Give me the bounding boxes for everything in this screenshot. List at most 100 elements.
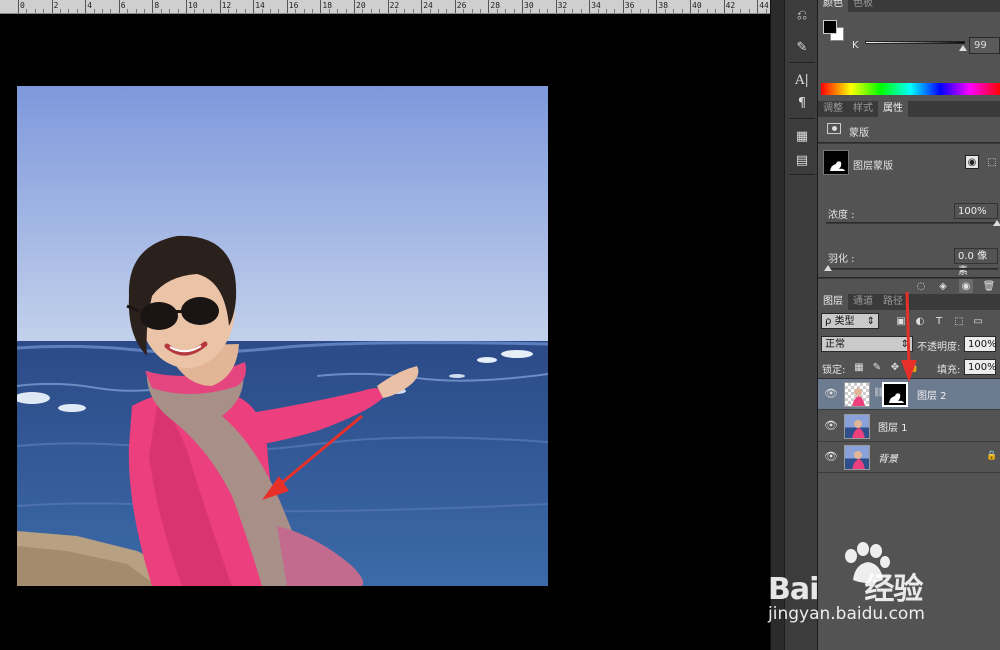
ruler-label: 22 — [389, 1, 400, 10]
density-slider-knob[interactable] — [993, 220, 1000, 226]
ruler-major-tick — [421, 0, 423, 13]
visibility-eye-icon[interactable]: 👁 — [824, 388, 838, 400]
ruler-minor-tick — [681, 9, 683, 13]
layer-row-background[interactable]: 👁 背景 🔒 — [818, 442, 1000, 473]
brush-preset-icon[interactable]: ✎ — [791, 37, 813, 57]
k-slider-knob[interactable] — [959, 45, 967, 51]
fill-field[interactable]: 100% — [964, 359, 997, 375]
visibility-eye-icon[interactable]: 👁 — [824, 451, 838, 463]
ruler-label: 24 — [423, 1, 433, 10]
tab-properties[interactable]: 属性 — [878, 101, 908, 117]
ruler-minor-tick — [446, 9, 448, 13]
ruler-label: 20 — [356, 1, 366, 10]
photo-woman-at-sea — [17, 86, 548, 586]
ruler-minor-tick — [765, 9, 767, 13]
ruler-major-tick — [690, 0, 691, 13]
delete-mask-icon[interactable]: 🗑 — [982, 279, 996, 293]
density-field[interactable]: 100% — [954, 203, 998, 219]
ruler-minor-tick — [202, 9, 204, 13]
pixel-mask-icon[interactable]: ◉ — [965, 155, 979, 169]
layer-filter-select[interactable]: ρ 类型 ⇕ — [821, 313, 879, 329]
ruler-major-tick — [18, 0, 19, 13]
mask-title: 蒙版 — [849, 128, 869, 139]
layer-row-layer-1[interactable]: 👁 图层 1 — [818, 411, 1000, 442]
ruler-minor-tick — [614, 9, 616, 13]
ruler-minor-tick — [312, 9, 313, 13]
ruler-label: 42 — [725, 1, 736, 10]
ruler-minor-tick — [110, 9, 112, 13]
paragraph-icon[interactable]: ¶ — [791, 93, 813, 113]
disable-mask-icon[interactable]: ◉ — [959, 279, 973, 293]
color-panel-tabs: 颜色 色板 — [818, 0, 1000, 12]
k-channel-slider[interactable] — [865, 41, 965, 44]
ruler-major-tick — [118, 0, 120, 13]
notes-icon[interactable]: ▤ — [791, 150, 813, 170]
ruler-label: 38 — [658, 1, 669, 10]
ruler-major-tick — [253, 0, 255, 13]
filter-shape-icon[interactable]: ⬚ — [952, 314, 966, 328]
ruler-major-tick — [757, 0, 759, 13]
ruler-major-tick — [85, 0, 87, 13]
ruler-minor-tick — [328, 9, 330, 13]
ruler-minor-tick — [370, 9, 372, 13]
tab-swatches[interactable]: 色板 — [848, 0, 878, 12]
ruler-minor-tick — [144, 9, 145, 13]
history-icon[interactable]: ⎌ — [791, 5, 813, 25]
tab-styles[interactable]: 样式 — [848, 101, 878, 117]
document-canvas[interactable] — [0, 15, 770, 650]
feather-field[interactable]: 0.0 像素 — [954, 248, 998, 277]
visibility-eye-icon[interactable]: 👁 — [824, 420, 838, 432]
vertical-scrollbar[interactable] — [770, 0, 784, 650]
ruler-label: 6 — [120, 1, 126, 10]
filter-smart-object-icon[interactable]: ▭ — [971, 314, 985, 328]
ruler-minor-tick — [639, 9, 641, 13]
ruler-minor-tick — [177, 9, 179, 13]
ruler-label: 34 — [591, 1, 601, 10]
ruler-minor-tick — [698, 9, 700, 13]
vector-mask-icon[interactable]: ⬚ — [985, 155, 999, 169]
ruler-minor-tick — [345, 9, 347, 13]
ruler-label: 26 — [456, 1, 467, 10]
k-value-field[interactable]: 99 — [969, 37, 1000, 54]
ruler-minor-tick — [480, 9, 481, 13]
ruler-major-tick — [555, 0, 557, 13]
ruler-minor-tick — [102, 9, 103, 13]
tab-channels[interactable]: 通道 — [848, 294, 878, 310]
lock-icon: 🔒 — [986, 451, 998, 461]
tab-color[interactable]: 颜色 — [818, 0, 848, 12]
color-spectrum-bar[interactable] — [821, 83, 1000, 95]
layer-comps-icon[interactable]: ▦ — [791, 126, 813, 146]
layer-name: 图层 1 — [878, 423, 908, 434]
lock-transparency-icon[interactable]: ▦ — [852, 360, 866, 374]
layer-2-thumbnail — [844, 382, 870, 407]
ruler-minor-tick — [278, 9, 280, 13]
ruler-minor-tick — [169, 9, 171, 13]
ruler-minor-tick — [463, 9, 465, 13]
filter-type-icon[interactable]: T — [932, 314, 946, 328]
ruler-minor-tick — [438, 9, 439, 13]
ruler-minor-tick — [244, 9, 246, 13]
ruler-minor-tick — [236, 9, 238, 13]
ruler-label: 36 — [624, 1, 635, 10]
ruler-minor-tick — [706, 9, 708, 13]
layer-mask-thumbnail[interactable] — [823, 150, 849, 175]
feather-slider-knob[interactable] — [824, 265, 832, 271]
layer-filter-label: ρ 类型 — [825, 316, 855, 327]
ruler-minor-tick — [606, 9, 607, 13]
ruler-minor-tick — [547, 9, 549, 13]
opacity-field[interactable]: 100% — [964, 336, 997, 352]
ruler-minor-tick — [505, 9, 507, 13]
tab-adjustments[interactable]: 调整 — [818, 101, 848, 117]
ruler-minor-tick — [68, 9, 70, 13]
ruler-label: 32 — [557, 1, 568, 10]
ruler-label: 10 — [188, 1, 198, 10]
foreground-color-swatch[interactable] — [823, 20, 837, 34]
apply-mask-icon[interactable]: ◈ — [936, 279, 950, 293]
character-icon[interactable]: A| — [791, 70, 813, 90]
tab-layers[interactable]: 图层 — [818, 294, 848, 310]
ruler-minor-tick — [673, 9, 675, 13]
ruler-minor-tick — [26, 9, 28, 13]
density-label: 浓度 : — [828, 210, 855, 221]
lock-label: 锁定: — [822, 365, 846, 376]
lock-pixels-icon[interactable]: ✎ — [870, 360, 884, 374]
